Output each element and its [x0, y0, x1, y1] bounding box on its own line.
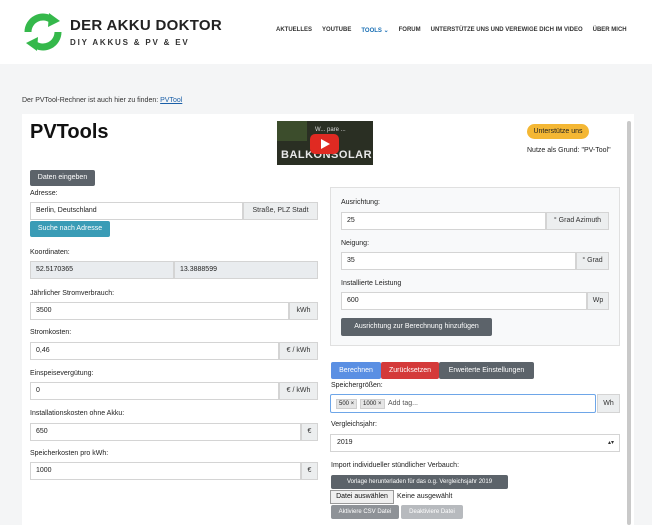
site-logo[interactable]: DER AKKU DOKTOR DIY AKKUS & PV & EV [22, 8, 222, 56]
koordinaten-label: Koordinaten: [30, 249, 70, 256]
nav-aktuelles[interactable]: AKTUELLES [276, 27, 312, 34]
select-caret-icon: ▴▾ [607, 440, 614, 446]
latitude-field: 52.5170365 [30, 261, 174, 279]
pvtool-link[interactable]: PVTool [160, 97, 182, 104]
speicherkosten-unit: € [301, 462, 318, 480]
ausrichtung-label: Ausrichtung: [341, 199, 380, 206]
import-label: Import individueller stündlicher Verbauc… [331, 462, 460, 469]
support-button[interactable]: Unterstütze uns [527, 124, 589, 139]
logo-subtitle: DIY AKKUS & PV & EV [70, 38, 190, 47]
speicher-tag-500[interactable]: 500 × [336, 399, 358, 409]
nav-youtube[interactable]: YOUTUBE [322, 27, 351, 34]
leistung-label: Installierte Leistung [341, 280, 402, 287]
neigung-label: Neigung: [341, 240, 370, 247]
adresse-label: Adresse: [30, 190, 58, 197]
scrollbar[interactable] [627, 121, 631, 525]
ausrichtung-input[interactable]: 25 [341, 212, 546, 230]
support-reason: Nutze als Grund: "PV-Tool" [527, 147, 611, 154]
stromkosten-input[interactable]: 0,46 [30, 342, 279, 360]
tag-placeholder: Add tag... [388, 400, 418, 407]
longitude-field: 13.3888599 [174, 261, 318, 279]
nav-support[interactable]: UNTERSTÜTZE UNS UND VEREWIGE DICH IM VID… [431, 27, 583, 34]
main-nav: AKTUELLES YOUTUBE TOOLS ⌄ FORUM UNTERSTÜ… [276, 27, 627, 34]
speicherkosten-input[interactable]: 1000 [30, 462, 301, 480]
neigung-unit: ° Grad [576, 252, 609, 270]
logo-title: DER AKKU DOKTOR [70, 17, 223, 34]
suche-adresse-button[interactable]: Suche nach Adresse [30, 221, 110, 237]
installationskosten-unit: € [301, 423, 318, 441]
stromkosten-unit: € / kWh [279, 342, 318, 360]
neigung-input[interactable]: 35 [341, 252, 576, 270]
stromverbrauch-label: Jährlicher Stromverbrauch: [30, 290, 115, 297]
nav-forum[interactable]: FORUM [399, 27, 421, 34]
installationskosten-label: Installationskosten ohne Akku: [30, 410, 125, 417]
vergleichsjahr-select[interactable]: 2019 ▴▾ [330, 434, 620, 452]
video-thumbnail[interactable]: W... pare ... BALKONSOLAR [277, 121, 373, 165]
intro-label: Der PVTool-Rechner ist auch hier zu find… [22, 97, 161, 104]
stromverbrauch-unit: kWh [289, 302, 318, 320]
speicher-tag-1000[interactable]: 1000 × [360, 399, 385, 409]
video-logo-area [277, 121, 307, 141]
ausrichtung-hinzufuegen-button[interactable]: Ausrichtung zur Berechnung hinzufügen [341, 318, 492, 336]
intro-text: Der PVTool-Rechner ist auch hier zu find… [22, 97, 182, 104]
aktiviere-csv-button[interactable]: Aktiviere CSV Datei [331, 505, 399, 519]
speichergroessen-tag-input[interactable]: 500 × 1000 × Add tag... [330, 394, 596, 413]
stromverbrauch-input[interactable]: 3500 [30, 302, 289, 320]
einspeiseverguetung-label: Einspeisevergütung: [30, 370, 94, 377]
datei-auswaehlen-button[interactable]: Datei auswählen [330, 490, 394, 504]
ausrichtung-unit: ° Grad Azimuth [546, 212, 609, 230]
speichergroessen-unit: Wh [597, 394, 620, 413]
zuruecksetzen-button[interactable]: Zurücksetzen [381, 362, 439, 379]
recycle-arrows-icon [24, 13, 62, 51]
video-caption: W... pare ... [315, 127, 346, 133]
vergleichsjahr-label: Vergleichsjahr: [331, 421, 377, 428]
speicherkosten-label: Speicherkosten pro kWh: [30, 450, 109, 457]
adresse-input[interactable]: Berlin, Deutschland [30, 202, 243, 220]
file-status: Keine ausgewählt [397, 493, 453, 500]
einspeiseverguetung-unit: € / kWh [279, 382, 318, 400]
erweiterte-einstellungen-button[interactable]: Erweiterte Einstellungen [439, 362, 534, 379]
speichergroessen-label: Speichergrößen: [331, 382, 383, 389]
installationskosten-input[interactable]: 650 [30, 423, 301, 441]
nav-tools[interactable]: TOOLS ⌄ [361, 27, 388, 34]
stromkosten-label: Stromkosten: [30, 329, 72, 336]
daten-eingeben-button[interactable]: Daten eingeben [30, 170, 95, 186]
play-icon[interactable] [310, 134, 339, 154]
vorlage-download-button[interactable]: Vorlage herunterladen für das o.g. Vergl… [331, 475, 508, 489]
leistung-unit: Wp [587, 292, 609, 310]
site-header: DER AKKU DOKTOR DIY AKKUS & PV & EV AKTU… [0, 0, 652, 64]
vergleichsjahr-value: 2019 [337, 439, 353, 446]
page-title: PVTools [30, 121, 109, 143]
leistung-input[interactable]: 600 [341, 292, 587, 310]
einspeiseverguetung-input[interactable]: 0 [30, 382, 279, 400]
adresse-addon: Straße, PLZ Stadt [243, 202, 318, 220]
nav-ueber-mich[interactable]: ÜBER MICH [593, 27, 627, 34]
deaktiviere-datei-button[interactable]: Deaktiviere Datei [401, 505, 463, 519]
berechnen-button[interactable]: Berechnen [331, 362, 381, 379]
